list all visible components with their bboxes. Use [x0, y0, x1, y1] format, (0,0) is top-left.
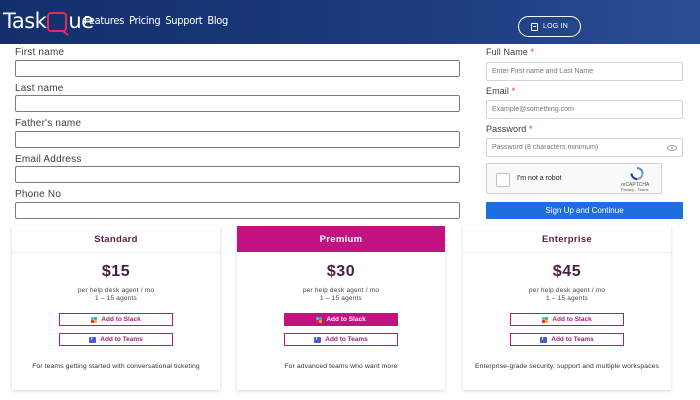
login-button[interactable]: LOG IN — [518, 16, 581, 37]
plan-card-enterprise: Enterprise $45 per help desk agent / mo … — [463, 226, 671, 390]
last-name-input[interactable] — [15, 95, 460, 112]
teams-icon — [540, 336, 548, 343]
email-address-input[interactable] — [15, 166, 460, 183]
slack-label: Add to Slack — [101, 316, 141, 323]
top-nav-bar: Task ue Features Pricing Support Blog LO… — [0, 0, 700, 44]
plan-price: $45 — [552, 263, 582, 280]
add-to-teams-button[interactable]: Add to Teams — [59, 333, 173, 346]
email-input[interactable] — [486, 100, 683, 119]
plan-card-premium: Premium $30 per help desk agent / mo 1 –… — [237, 226, 445, 390]
father-name-label: Father's name — [15, 118, 82, 129]
logo-q-icon — [47, 12, 68, 32]
password-label-text: Password — [486, 124, 527, 134]
first-name-label: First name — [15, 47, 65, 58]
recaptcha-widget: I'm not a robot reCAPTCHA Privacy - Term… — [486, 163, 662, 194]
teams-label: Add to Teams — [551, 336, 594, 343]
show-password-icon[interactable] — [667, 145, 677, 151]
password-label: Password * — [486, 124, 533, 134]
add-to-slack-button[interactable]: Add to Slack — [59, 313, 173, 326]
plan-agents: 1 – 15 agents — [320, 295, 362, 302]
phone-input[interactable] — [15, 202, 460, 219]
full-name-label-text: Full Name — [486, 47, 528, 57]
father-name-input[interactable] — [15, 131, 460, 148]
required-marker: * — [530, 47, 535, 57]
slack-label: Add to Slack — [326, 316, 366, 323]
full-name-label: Full Name * — [486, 47, 534, 57]
required-marker: * — [528, 124, 533, 134]
required-marker: * — [511, 86, 516, 96]
slack-icon — [91, 316, 98, 323]
teams-label: Add to Teams — [325, 336, 368, 343]
nav-support[interactable]: Support — [165, 14, 202, 27]
slack-icon — [316, 316, 323, 323]
plan-name: Standard — [94, 233, 138, 245]
add-to-teams-button[interactable]: Add to Teams — [284, 333, 398, 346]
taskque-logo[interactable]: Task ue — [3, 7, 94, 35]
slack-label: Add to Slack — [552, 316, 592, 323]
teams-label: Add to Teams — [100, 336, 143, 343]
login-label: LOG IN — [543, 23, 568, 30]
logo-text-task: Task — [3, 9, 47, 33]
plan-description: For teams getting started with conversat… — [32, 363, 200, 370]
plan-description: For advanced teams who want more — [284, 363, 398, 370]
nav-pricing[interactable]: Pricing — [129, 14, 161, 27]
password-input[interactable] — [486, 138, 683, 157]
slack-icon — [542, 316, 549, 323]
plan-per: per help desk agent / mo — [528, 287, 606, 294]
recaptcha-icon — [630, 167, 644, 180]
teams-icon — [314, 336, 322, 343]
first-name-input[interactable] — [15, 60, 460, 77]
main-nav: Features Pricing Support Blog — [84, 14, 228, 27]
card-divider — [463, 252, 671, 253]
login-icon — [531, 22, 539, 31]
full-name-input[interactable] — [486, 62, 683, 81]
plan-name: Premium — [237, 226, 445, 252]
signup-button[interactable]: Sign Up and Continue — [486, 202, 683, 219]
email-label: Email * — [486, 86, 515, 96]
plan-description: Enterprise-grade security, support and m… — [475, 363, 659, 370]
plan-name: Enterprise — [542, 233, 592, 245]
recaptcha-links[interactable]: Privacy - Terms — [621, 187, 648, 192]
last-name-label: Last name — [15, 83, 64, 94]
teams-icon — [89, 336, 97, 343]
plan-per: per help desk agent / mo — [302, 287, 380, 294]
plan-agents: 1 – 15 agents — [95, 295, 137, 302]
captcha-checkbox[interactable] — [496, 173, 510, 187]
add-to-slack-button[interactable]: Add to Slack — [510, 313, 624, 326]
email-address-label: Email Address — [15, 154, 82, 165]
plan-price: $30 — [326, 263, 356, 280]
nav-blog[interactable]: Blog — [207, 14, 228, 27]
plan-price: $15 — [101, 263, 131, 280]
plan-agents: 1 – 15 agents — [546, 295, 588, 302]
plan-per: per help desk agent / mo — [77, 287, 155, 294]
plan-card-standard: Standard $15 per help desk agent / mo 1 … — [12, 226, 220, 390]
captcha-text: I'm not a robot — [517, 175, 562, 182]
email-label-text: Email — [486, 86, 510, 96]
phone-label: Phone No — [15, 189, 62, 200]
add-to-teams-button[interactable]: Add to Teams — [510, 333, 624, 346]
add-to-slack-button[interactable]: Add to Slack — [284, 313, 398, 326]
nav-features[interactable]: Features — [84, 14, 124, 27]
card-divider — [12, 252, 220, 253]
